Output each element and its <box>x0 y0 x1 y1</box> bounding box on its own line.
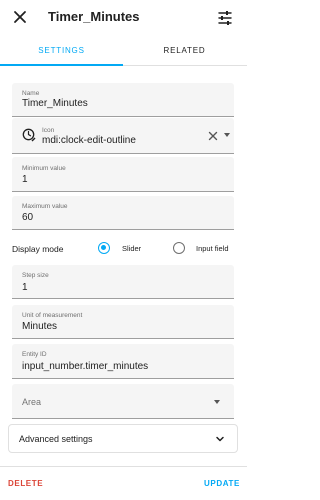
entity-id-label: Entity ID <box>22 351 47 358</box>
icon-value[interactable]: mdi:clock-edit-outline <box>42 135 136 146</box>
entity-id-value[interactable]: input_number.timer_minutes <box>22 361 148 372</box>
clock-edit-outline-icon <box>22 128 36 142</box>
name-value[interactable]: Timer_Minutes <box>22 98 88 109</box>
dropdown-arrow-icon[interactable] <box>214 400 220 404</box>
chevron-down-icon <box>216 436 224 442</box>
slider-radio[interactable] <box>98 242 110 254</box>
tune-icon[interactable] <box>217 10 233 26</box>
icon-picker-field[interactable]: Icon mdi:clock-edit-outline <box>12 118 234 154</box>
step-size-value[interactable]: 1 <box>22 282 28 293</box>
input-field-radio-label[interactable]: Input field <box>196 244 229 253</box>
display-mode-label: Display mode <box>12 244 64 254</box>
unit-label: Unit of measurement <box>22 312 83 319</box>
name-field[interactable]: Name Timer_Minutes <box>12 83 234 117</box>
tab-related[interactable]: RELATED <box>123 36 246 66</box>
tab-settings[interactable]: SETTINGS <box>0 36 123 66</box>
dialog-title: Timer_Minutes <box>48 9 140 24</box>
minimum-value-field[interactable]: Minimum value 1 <box>12 157 234 192</box>
dropdown-arrow-icon[interactable] <box>224 133 230 137</box>
step-size-label: Step size <box>22 272 49 279</box>
icon-label: Icon <box>42 127 55 134</box>
delete-button[interactable]: DELETE <box>8 479 43 488</box>
input-field-radio[interactable] <box>173 242 185 254</box>
update-button[interactable]: UPDATE <box>204 479 240 488</box>
maximum-value-label: Maximum value <box>22 203 68 210</box>
area-placeholder: Area <box>22 397 42 407</box>
advanced-settings-label: Advanced settings <box>19 434 93 444</box>
minimum-value[interactable]: 1 <box>22 174 28 185</box>
maximum-value-field[interactable]: Maximum value 60 <box>12 196 234 230</box>
slider-radio-label[interactable]: Slider <box>122 244 141 253</box>
minimum-value-label: Minimum value <box>22 165 66 172</box>
area-picker[interactable]: Area <box>12 384 234 419</box>
entity-id-field[interactable]: Entity ID input_number.timer_minutes <box>12 344 234 379</box>
active-tab-indicator <box>0 64 123 66</box>
maximum-value[interactable]: 60 <box>22 212 33 223</box>
dialog-header: Timer_Minutes <box>0 0 247 36</box>
advanced-settings-expander[interactable]: Advanced settings <box>8 424 238 453</box>
tab-bar: SETTINGS RELATED <box>0 36 247 66</box>
unit-value[interactable]: Minutes <box>22 321 57 332</box>
clear-icon[interactable] <box>208 131 218 141</box>
step-size-field[interactable]: Step size 1 <box>12 265 234 299</box>
dialog-footer: DELETE UPDATE <box>0 466 247 500</box>
unit-of-measurement-field[interactable]: Unit of measurement Minutes <box>12 305 234 339</box>
close-icon[interactable] <box>12 9 28 25</box>
name-label: Name <box>22 90 40 97</box>
